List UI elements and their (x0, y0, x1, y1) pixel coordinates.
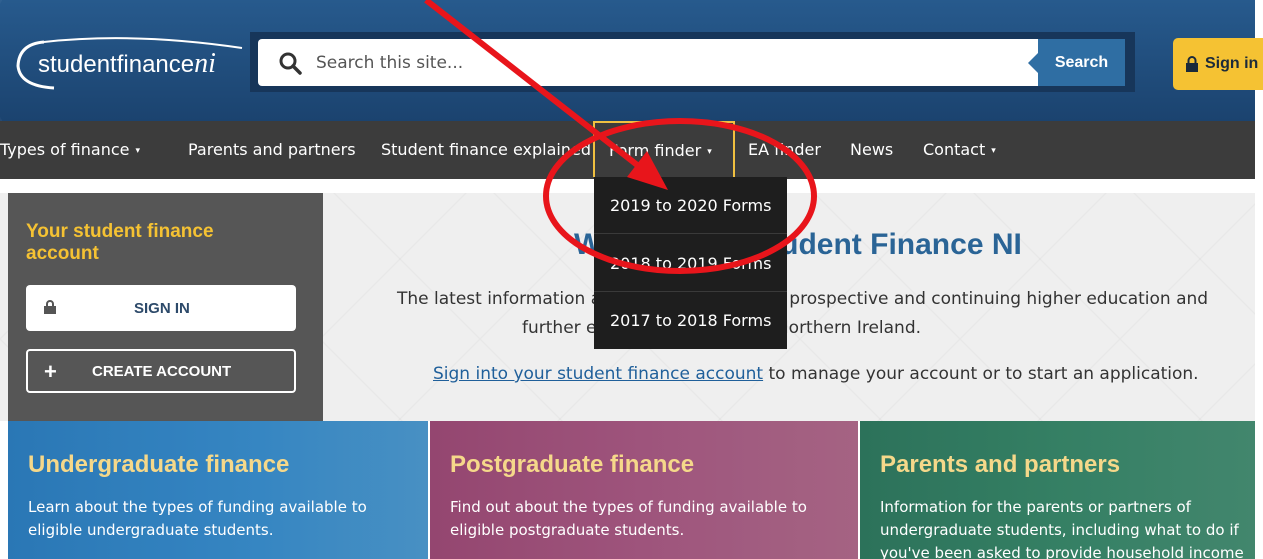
studentfinance-ni-logo[interactable]: studentfinanceni (14, 34, 246, 94)
main-nav: Types of finance ▾ Parents and partners S… (0, 121, 1255, 179)
sign-in-label: Sign in (1205, 55, 1259, 72)
account-panel: Your student finance account SIGN IN + C… (8, 193, 323, 421)
caret-down-icon: ▾ (707, 147, 712, 157)
nav-types-of-finance[interactable]: Types of finance ▾ (0, 121, 140, 179)
search-button[interactable]: Search (1028, 39, 1125, 86)
nav-label: Contact (923, 140, 986, 159)
search-icon (279, 52, 302, 75)
sign-in-button[interactable]: Sign in (1173, 38, 1263, 90)
lock-icon (44, 300, 56, 314)
create-account-button[interactable]: + CREATE ACCOUNT (26, 349, 296, 393)
create-account-label: CREATE ACCOUNT (92, 363, 232, 380)
account-sign-in-button[interactable]: SIGN IN (26, 285, 296, 331)
card-postgraduate-finance[interactable]: Postgraduate finance Find out about the … (430, 421, 858, 559)
card-parents-and-partners[interactable]: Parents and partners Information for the… (860, 421, 1255, 559)
nav-label: Types of finance (0, 140, 130, 159)
nav-label: EA finder (748, 140, 821, 159)
account-panel-title: Your student finance account (26, 221, 214, 264)
sign-in-account-link[interactable]: Sign into your student finance account (433, 364, 763, 384)
dropdown-item-2019-2020-forms[interactable]: 2019 to 2020 Forms (594, 177, 787, 234)
card-title: Postgraduate finance (450, 451, 695, 478)
nav-label: Form finder (609, 141, 702, 160)
card-text: Information for the parents or partners … (880, 498, 1244, 559)
card-title: Parents and partners (880, 451, 1121, 478)
search-input[interactable] (314, 47, 1018, 79)
nav-label: Parents and partners (188, 140, 356, 159)
nav-student-finance-explained[interactable]: Student finance explained (381, 121, 591, 179)
caret-down-icon: ▾ (135, 146, 141, 156)
card-undergraduate-finance[interactable]: Undergraduate finance Learn about the ty… (8, 421, 428, 559)
search-box (258, 39, 1038, 86)
welcome-signin-line: Sign into your student finance account t… (433, 364, 1199, 384)
nav-news[interactable]: News (850, 121, 893, 179)
welcome-intro-line-1: The latest information and online servic… (397, 289, 1209, 309)
search-bar: Search (250, 32, 1135, 92)
nav-ea-finder[interactable]: EA finder (748, 121, 821, 179)
logo-text: studentfinanceni (38, 48, 216, 79)
welcome-signin-text: to manage your account or to start an ap… (763, 364, 1199, 384)
dropdown-item-2017-2018-forms[interactable]: 2017 to 2018 Forms (594, 292, 787, 349)
search-button-label: Search (1054, 53, 1109, 71)
plus-icon: + (44, 359, 57, 384)
nav-label: News (850, 140, 894, 159)
nav-contact[interactable]: Contact ▾ (923, 121, 996, 179)
nav-parents-and-partners[interactable]: Parents and partners (188, 121, 356, 179)
nav-form-finder[interactable]: Form finder ▾ (593, 121, 735, 177)
dropdown-item-2018-2019-forms[interactable]: 2018 to 2019 Forms (594, 235, 787, 292)
nav-label: Student finance explained (381, 140, 591, 159)
caret-down-icon: ▾ (991, 146, 996, 156)
card-title: Undergraduate finance (28, 451, 290, 478)
site-header: studentfinanceni Search Sign in (0, 0, 1263, 121)
lock-icon (1186, 56, 1198, 72)
form-finder-dropdown: 2019 to 2020 Forms 2018 to 2019 Forms 20… (594, 177, 787, 349)
card-text: Learn about the types of funding availab… (28, 498, 367, 539)
sign-in-label: SIGN IN (134, 300, 190, 317)
card-text: Find out about the types of funding avai… (450, 498, 807, 539)
